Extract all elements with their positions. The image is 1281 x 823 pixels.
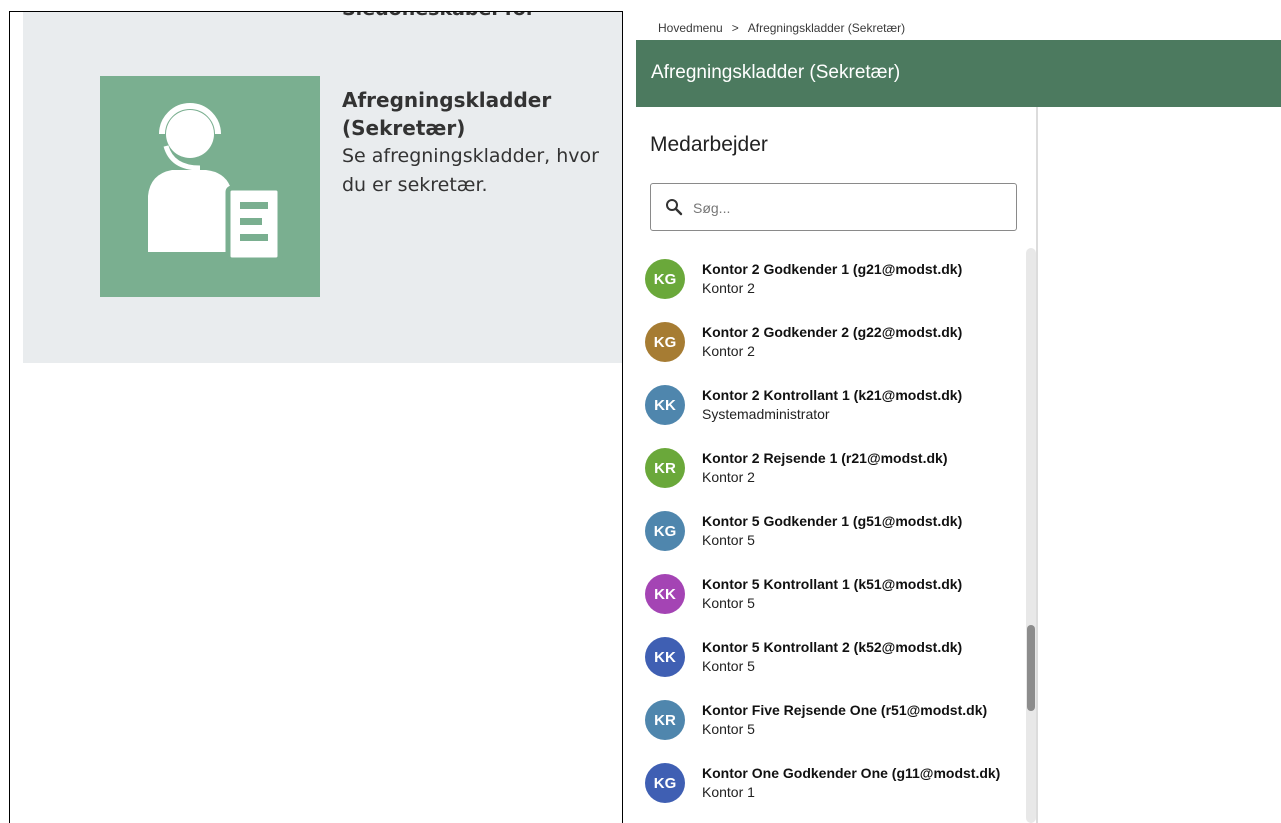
employee-name: Kontor One Godkender One (g11@modst.dk): [702, 765, 1001, 781]
scrollbar-track[interactable]: [1026, 248, 1036, 823]
list-item[interactable]: KK Kontor 5 Kontrollant 1 (k51@modst.dk) K…: [636, 568, 1036, 631]
panel-divider: [1036, 107, 1038, 823]
avatar: KR: [645, 700, 685, 740]
list-item[interactable]: KG Kontor 5 Godkender 1 (g51@modst.dk) Kon…: [636, 505, 1036, 568]
breadcrumb-root-link[interactable]: Hovedmenu: [658, 21, 723, 35]
employee-department: Kontor 1: [702, 784, 755, 800]
avatar: KG: [645, 511, 685, 551]
avatar: KK: [645, 385, 685, 425]
panel-title: Medarbejder: [650, 133, 768, 156]
scrollbar-thumb[interactable]: [1027, 625, 1035, 711]
search-icon: [666, 199, 683, 216]
employee-name: Kontor 2 Godkender 1 (g21@modst.dk): [702, 261, 963, 277]
employee-name: Kontor 5 Kontrollant 1 (k51@modst.dk): [702, 576, 963, 592]
tile-card[interactable]: Sledoneskabel for Afregningskladder (Sek…: [23, 12, 622, 363]
tile-description: Se afregningskladder, hvor du er sekretæ…: [342, 145, 599, 196]
tile-previous-text: Sledoneskabel for: [342, 12, 535, 20]
employee-department: Kontor 2: [702, 343, 755, 359]
breadcrumb-separator: >: [731, 21, 739, 35]
list-item[interactable]: KG Kontor 2 Godkender 1 (g21@modst.dk) Kon…: [636, 253, 1036, 316]
employee-department: Kontor 5: [702, 595, 755, 611]
tile-icon-box: [100, 76, 320, 297]
employee-department: Kontor 2: [702, 280, 755, 296]
breadcrumb: Hovedmenu > Afregningskladder (Sekretær): [658, 21, 905, 35]
frame-divider-line: [622, 11, 623, 823]
list-item[interactable]: KG Kontor One Godkender One (g11@modst.dk…: [636, 757, 1036, 820]
tile-title: Afregningskladder (Sekretær): [342, 88, 552, 140]
avatar: KG: [645, 259, 685, 299]
employee-department: Systemadministrator: [702, 406, 830, 422]
employee-department: Kontor 2: [702, 469, 755, 485]
search-input[interactable]: [693, 196, 993, 220]
employee-name: Kontor Five Rejsende One (r51@modst.dk): [702, 702, 988, 718]
avatar: KK: [645, 637, 685, 677]
employee-name: Kontor 5 Godkender 1 (g51@modst.dk): [702, 513, 963, 529]
page-title: Afregningskladder (Sekretær): [651, 62, 901, 83]
list-item[interactable]: KK Kontor 5 Kontrollant 2 (k52@modst.dk) K…: [636, 631, 1036, 694]
employee-department: Kontor 5: [702, 532, 755, 548]
list-item[interactable]: KR Kontor Five Rejsende One (r51@modst.dk…: [636, 694, 1036, 757]
employee-panel: Medarbejder KG Kontor 2 Godkender 1 (g21@…: [636, 107, 1036, 823]
employee-name: Kontor 2 Kontrollant 1 (k21@modst.dk): [702, 387, 963, 403]
avatar: KG: [645, 763, 685, 803]
list-item[interactable]: KG Kontor 2 Godkender 2 (g22@modst.dk) Kon…: [636, 316, 1036, 379]
list-item[interactable]: KR Kontor 2 Rejsende 1 (r21@modst.dk) Kont…: [636, 442, 1036, 505]
employee-name: Kontor 2 Godkender 2 (g22@modst.dk): [702, 324, 963, 340]
employee-department: Kontor 5: [702, 658, 755, 674]
list-item[interactable]: KK Kontor 2 Kontrollant 1 (k21@modst.dk) S…: [636, 379, 1036, 442]
search-box[interactable]: [650, 183, 1017, 231]
breadcrumb-current: Afregningskladder (Sekretær): [747, 21, 906, 35]
page-header: Afregningskladder (Sekretær): [636, 40, 1281, 107]
employee-department: Kontor 5: [702, 721, 755, 737]
frame-left-line: [9, 11, 10, 823]
avatar: KR: [645, 448, 685, 488]
avatar: KG: [645, 322, 685, 362]
avatar: KK: [645, 574, 685, 614]
person-document-icon: [148, 103, 283, 263]
employee-name: Kontor 2 Rejsende 1 (r21@modst.dk): [702, 450, 948, 466]
employee-list: KG Kontor 2 Godkender 1 (g21@modst.dk) Kon…: [636, 253, 1036, 820]
employee-name: Kontor 5 Kontrollant 2 (k52@modst.dk): [702, 639, 963, 655]
